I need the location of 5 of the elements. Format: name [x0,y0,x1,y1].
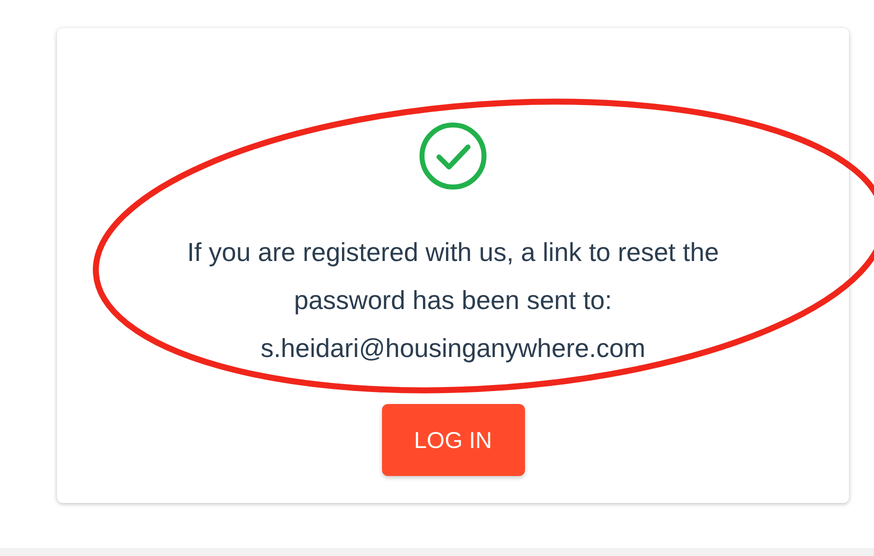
message-line: If you are registered with us, a link to reset the [187,236,719,269]
check-icon [418,121,488,191]
log-in-button[interactable]: LOG IN [382,404,524,476]
message-line: password has been sent to: [294,284,612,317]
message-line: s.heidari@housinganywhere.com [260,332,646,365]
